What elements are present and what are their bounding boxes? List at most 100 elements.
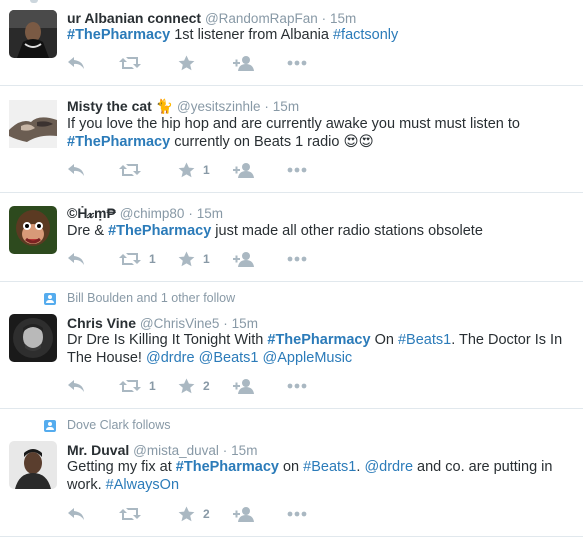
avatar[interactable] <box>9 10 57 58</box>
avatar[interactable] <box>9 314 57 362</box>
tweet-link[interactable]: #AlwaysOn <box>106 477 179 493</box>
follow-button[interactable] <box>233 505 255 523</box>
more-icon <box>287 511 307 517</box>
tweet-link[interactable]: #ThePharmacy <box>267 332 370 348</box>
tweet[interactable]: Misty the cat 🐈 @yesitszinhle · 15m If y… <box>0 86 583 193</box>
tweet-timestamp[interactable]: 15m <box>273 99 299 114</box>
tweet-timestamp[interactable]: 15m <box>232 316 258 331</box>
tweet[interactable]: Bill Boulden and 1 other follow Chris Vi… <box>0 282 583 409</box>
more-button[interactable] <box>287 250 307 268</box>
like-button[interactable]: 2 <box>178 377 210 395</box>
like-button[interactable]: 1 <box>178 250 210 268</box>
follow-button[interactable] <box>233 377 255 395</box>
retweet-button[interactable]: 1 <box>119 250 156 268</box>
tweet-link[interactable]: #Beats1 <box>398 332 451 348</box>
tweet-timestamp[interactable]: 15m <box>330 11 356 26</box>
follow-icon <box>233 378 255 394</box>
follow-button[interactable] <box>233 54 255 72</box>
tweet[interactable]: ©Ḣ𝓍ṃ₱ @chimp80 · 15m Dre & #ThePharmacy … <box>0 193 583 282</box>
follow-icon <box>233 251 255 267</box>
tweet-header: ©Ḣ𝓍ṃ₱ @chimp80 · 15m <box>67 204 223 223</box>
reply-button[interactable] <box>67 54 85 72</box>
tweet-username[interactable]: @chimp80 <box>120 206 185 221</box>
more-icon <box>287 256 307 262</box>
tweet-text: If you love the hip hop and are currentl… <box>67 115 572 151</box>
more-button[interactable] <box>287 377 307 395</box>
retweet-button[interactable]: 1 <box>119 377 156 395</box>
tweet-context[interactable]: Dove Clark follows <box>67 418 171 432</box>
avatar[interactable] <box>9 100 57 148</box>
retweet-icon <box>119 251 141 267</box>
reply-button[interactable] <box>67 161 85 179</box>
tweet-username[interactable]: @ChrisVine5 <box>140 316 220 331</box>
tweet-fullname[interactable]: Misty the cat 🐈 <box>67 98 173 114</box>
tweet[interactable]: ur Albanian connect @RandomRapFan · 15m … <box>0 0 583 86</box>
tweet-link[interactable]: #ThePharmacy <box>67 134 170 150</box>
more-icon <box>287 60 307 66</box>
retweet-button[interactable] <box>119 505 141 523</box>
tweet-link[interactable]: @drdre <box>146 350 195 366</box>
more-button[interactable] <box>287 54 307 72</box>
star-icon <box>178 506 195 522</box>
tweet-fullname[interactable]: Mr. Duval <box>67 442 129 458</box>
tweet-link[interactable]: #ThePharmacy <box>67 27 170 43</box>
tweet-timestamp[interactable]: 15m <box>197 206 223 221</box>
more-button[interactable] <box>287 161 307 179</box>
tweet-fullname[interactable]: ur Albanian connect <box>67 10 201 26</box>
follow-button[interactable] <box>233 250 255 268</box>
reply-icon <box>67 378 85 394</box>
like-button[interactable]: 1 <box>178 161 210 179</box>
tweet-username[interactable]: @RandomRapFan <box>205 11 318 26</box>
more-icon <box>287 167 307 173</box>
follow-icon <box>233 162 255 178</box>
reply-button[interactable] <box>67 377 85 395</box>
tweet-text-segment: currently on Beats 1 radio 😍😍 <box>170 134 374 150</box>
tweet-link[interactable]: @Beats1 <box>199 350 259 366</box>
tweet-fullname[interactable]: ©Ḣ𝓍ṃ₱ <box>67 205 116 221</box>
tweet-link[interactable]: #ThePharmacy <box>108 223 211 239</box>
avatar[interactable] <box>9 206 57 254</box>
tweet-text-segment: on <box>278 459 304 475</box>
star-icon <box>178 162 195 178</box>
tweet-link[interactable]: @AppleMusic <box>263 350 353 366</box>
tweet-context[interactable]: Bill Boulden and 1 other follow <box>67 291 235 305</box>
retweet-button[interactable] <box>119 161 141 179</box>
tweet-separator: · <box>188 206 193 221</box>
tweet-username[interactable]: @mista_duval <box>133 443 219 458</box>
avatar[interactable] <box>9 441 57 489</box>
reply-icon <box>67 506 85 522</box>
more-button[interactable] <box>287 505 307 523</box>
tweet-text: Dr Dre Is Killing It Tonight With #ThePh… <box>67 331 572 367</box>
reply-button[interactable] <box>67 250 85 268</box>
tweet-timestamp[interactable]: 15m <box>231 443 257 458</box>
retweet-count: 1 <box>149 252 156 266</box>
follow-button[interactable] <box>233 161 255 179</box>
follow-context-icon <box>44 293 56 305</box>
tweet-separator: · <box>321 11 327 26</box>
tweet-actions: 2 <box>67 505 367 523</box>
star-icon <box>178 251 195 267</box>
follow-icon <box>233 55 255 71</box>
reply-button[interactable] <box>67 505 85 523</box>
tweet-link[interactable]: #Beats1 <box>303 459 356 475</box>
retweet-button[interactable] <box>119 54 141 72</box>
tweet-text-segment: If you love the hip hop and are currentl… <box>67 116 520 132</box>
tweet-text-segment: just made all other radio stations obsol… <box>211 223 483 239</box>
tweet-text-segment: Getting my fix at <box>67 459 176 475</box>
tweet-fullname[interactable]: Chris Vine <box>67 315 136 331</box>
tweet-link[interactable]: #ThePharmacy <box>176 459 279 475</box>
tweet-username[interactable]: @yesitszinhle <box>177 99 261 114</box>
like-button[interactable]: 2 <box>178 505 210 523</box>
timeline: ur Albanian connect @RandomRapFan · 15m … <box>0 0 583 547</box>
follow-icon <box>233 506 255 522</box>
reply-icon <box>67 162 85 178</box>
tweet-link[interactable]: @drdre <box>364 459 413 475</box>
tweet-text-segment: 1st listener from Albania <box>170 27 333 43</box>
tweet-link[interactable]: #factsonly <box>333 27 398 43</box>
reply-icon <box>67 55 85 71</box>
tweet-actions: 11 <box>67 250 367 268</box>
like-button[interactable] <box>178 54 195 72</box>
tweet-text: #ThePharmacy 1st listener from Albania #… <box>67 26 572 44</box>
tweet[interactable]: Dove Clark follows Mr. Duval @mista_duva… <box>0 409 583 537</box>
more-icon <box>287 383 307 389</box>
